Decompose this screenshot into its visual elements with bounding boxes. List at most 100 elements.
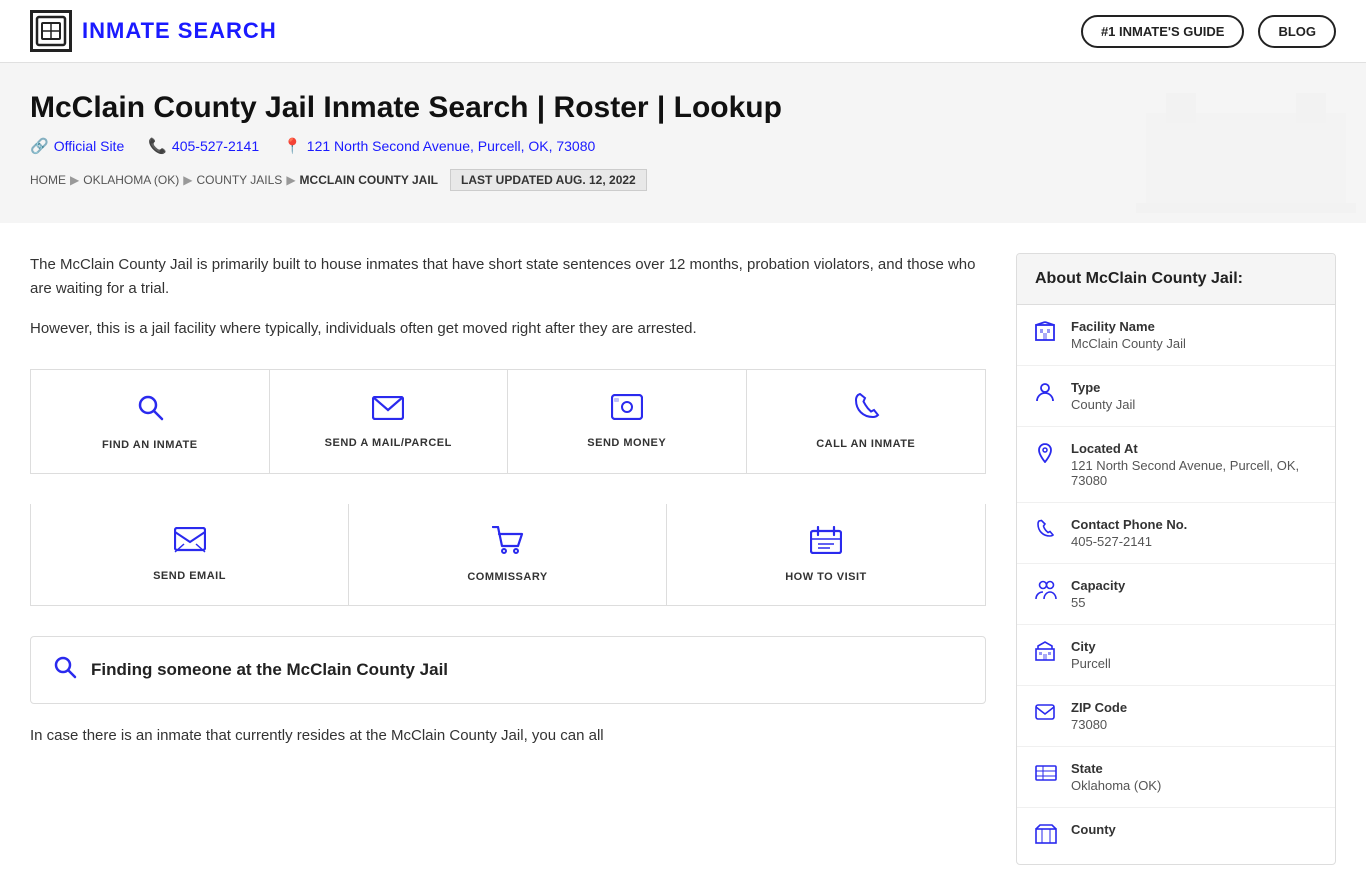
- phone-value: 405-527-2141: [1071, 534, 1187, 549]
- city-content: City Purcell: [1071, 639, 1111, 671]
- description: The McClain County Jail is primarily bui…: [30, 253, 986, 341]
- page-title: McClain County Jail Inmate Search | Rost…: [30, 91, 1336, 125]
- capacity-content: Capacity 55: [1071, 578, 1125, 610]
- sidebar-phone: Contact Phone No. 405-527-2141: [1017, 503, 1335, 564]
- type-icon: [1035, 382, 1059, 408]
- how-to-visit-label: HOW TO VISIT: [785, 571, 867, 583]
- action-find-inmate[interactable]: FIND AN INMATE: [31, 370, 270, 473]
- action-send-money[interactable]: SEND MONEY: [508, 370, 747, 473]
- last-updated-badge: LAST UPDATED AUG. 12, 2022: [450, 169, 647, 191]
- phone-icon: [852, 393, 880, 428]
- send-email-label: SEND EMAIL: [153, 570, 226, 582]
- inmates-guide-button[interactable]: #1 INMATE'S GUIDE: [1081, 15, 1244, 48]
- state-content: State Oklahoma (OK): [1071, 761, 1161, 793]
- blog-button[interactable]: BLOG: [1258, 15, 1336, 48]
- phone-item: 📞 405-527-2141: [148, 137, 259, 155]
- zip-content: ZIP Code 73080: [1071, 700, 1127, 732]
- county-label: County: [1071, 822, 1116, 837]
- county-content: County: [1071, 822, 1116, 839]
- breadcrumb-state[interactable]: OKLAHOMA (OK): [83, 173, 179, 187]
- send-mail-label: SEND A MAIL/PARCEL: [325, 437, 452, 449]
- action-commissary[interactable]: COMMISSARY: [349, 504, 667, 605]
- phone-label: Contact Phone No.: [1071, 517, 1187, 532]
- hero-section: McClain County Jail Inmate Search | Rost…: [0, 63, 1366, 223]
- search-icon: [135, 392, 165, 429]
- sidebar-state: State Oklahoma (OK): [1017, 747, 1335, 808]
- sidebar-county: County: [1017, 808, 1335, 864]
- location-icon: 📍: [283, 137, 302, 155]
- phone-number: 405-527-2141: [172, 138, 259, 154]
- capacity-label: Capacity: [1071, 578, 1125, 593]
- sidebar-city: City Purcell: [1017, 625, 1335, 686]
- capacity-value: 55: [1071, 595, 1125, 610]
- action-send-mail[interactable]: SEND A MAIL/PARCEL: [270, 370, 509, 473]
- address-item: 📍 121 North Second Avenue, Purcell, OK, …: [283, 137, 595, 155]
- zip-label: ZIP Code: [1071, 700, 1127, 715]
- mail-icon: [372, 395, 404, 427]
- action-grid-row2: SEND EMAIL COMMISSARY: [30, 504, 986, 606]
- sidebar-located-at: Located At 121 North Second Avenue, Purc…: [1017, 427, 1335, 503]
- breadcrumb-sep1: ▶: [70, 173, 79, 187]
- header-nav: #1 INMATE'S GUIDE BLOG: [1081, 15, 1336, 48]
- address-text: 121 North Second Avenue, Purcell, OK, 73…: [307, 138, 596, 154]
- breadcrumb-sep3: ▶: [286, 173, 295, 187]
- sidebar-facility-name: Facility Name McClain County Jail: [1017, 305, 1335, 366]
- official-site-label: Official Site: [54, 138, 125, 154]
- facility-name-content: Facility Name McClain County Jail: [1071, 319, 1186, 351]
- city-value: Purcell: [1071, 656, 1111, 671]
- visit-icon: [810, 526, 842, 561]
- city-label: City: [1071, 639, 1111, 654]
- located-at-content: Located At 121 North Second Avenue, Purc…: [1071, 441, 1317, 488]
- located-at-value: 121 North Second Avenue, Purcell, OK, 73…: [1071, 458, 1317, 488]
- finding-search-icon: [53, 655, 77, 685]
- finding-title: Finding someone at the McClain County Ja…: [91, 660, 448, 680]
- location-pin-icon: [1035, 443, 1059, 469]
- phone-content: Contact Phone No. 405-527-2141: [1071, 517, 1187, 549]
- action-grid-row1: FIND AN INMATE SEND A MAIL/PARCEL: [30, 369, 986, 474]
- action-call-inmate[interactable]: CALL AN INMATE: [747, 370, 986, 473]
- call-inmate-label: CALL AN INMATE: [816, 438, 915, 450]
- city-icon: [1035, 641, 1059, 667]
- main-content: The McClain County Jail is primarily bui…: [30, 253, 1016, 865]
- phone-icon: 📞: [148, 137, 167, 155]
- money-icon: [611, 394, 643, 427]
- breadcrumb-current: MCCLAIN COUNTY JAIL: [300, 173, 438, 187]
- sidebar-box: About McClain County Jail: Facility Name…: [1016, 253, 1336, 865]
- official-site-link[interactable]: 🔗 Official Site: [30, 137, 124, 155]
- description-p1: The McClain County Jail is primarily bui…: [30, 253, 986, 301]
- commissary-label: COMMISSARY: [467, 571, 547, 583]
- finding-section: Finding someone at the McClain County Ja…: [30, 636, 986, 704]
- capacity-icon: [1035, 580, 1059, 606]
- breadcrumb-home[interactable]: HOME: [30, 173, 66, 187]
- main-layout: The McClain County Jail is primarily bui…: [0, 223, 1366, 895]
- action-send-email[interactable]: SEND EMAIL: [31, 504, 349, 605]
- type-label: Type: [1071, 380, 1135, 395]
- breadcrumb-sep2: ▶: [183, 173, 192, 187]
- located-at-label: Located At: [1071, 441, 1317, 456]
- type-value: County Jail: [1071, 397, 1135, 412]
- sidebar-type: Type County Jail: [1017, 366, 1335, 427]
- sidebar-header: About McClain County Jail:: [1017, 254, 1335, 305]
- type-content: Type County Jail: [1071, 380, 1135, 412]
- facility-name-label: Facility Name: [1071, 319, 1186, 334]
- bottom-text: In case there is an inmate that currentl…: [30, 724, 986, 748]
- logo-area: INMATE SEARCH: [30, 10, 277, 52]
- hero-meta: 🔗 Official Site 📞 405-527-2141 📍 121 Nor…: [30, 137, 1336, 155]
- logo-icon: [30, 10, 72, 52]
- breadcrumb-jails[interactable]: COUNTY JAILS: [197, 173, 283, 187]
- description-p2: However, this is a jail facility where t…: [30, 317, 986, 341]
- sidebar-zip: ZIP Code 73080: [1017, 686, 1335, 747]
- sidebar: About McClain County Jail: Facility Name…: [1016, 253, 1336, 865]
- building-icon: [1035, 321, 1059, 347]
- find-inmate-label: FIND AN INMATE: [102, 439, 198, 451]
- zip-icon: [1035, 702, 1059, 728]
- action-how-to-visit[interactable]: HOW TO VISIT: [667, 504, 985, 605]
- site-header: INMATE SEARCH #1 INMATE'S GUIDE BLOG: [0, 0, 1366, 63]
- contact-phone-icon: [1035, 519, 1059, 545]
- cart-icon: [492, 526, 524, 561]
- county-icon: [1035, 824, 1059, 850]
- logo-text: INMATE SEARCH: [82, 18, 277, 44]
- link-icon: 🔗: [30, 137, 49, 155]
- state-icon: [1035, 763, 1059, 789]
- sidebar-capacity: Capacity 55: [1017, 564, 1335, 625]
